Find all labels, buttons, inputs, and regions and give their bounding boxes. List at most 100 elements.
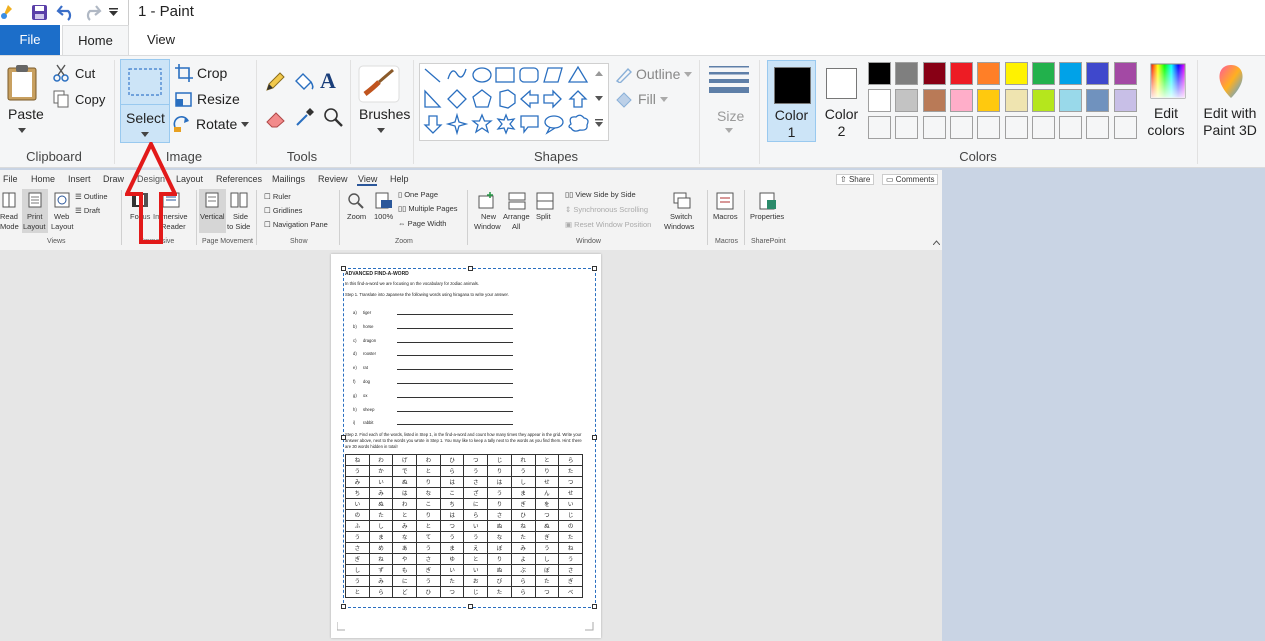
magnifier-icon[interactable] (322, 106, 344, 128)
new-window-icon[interactable] (478, 192, 496, 210)
palette-swatch[interactable] (949, 62, 973, 85)
palette-swatch[interactable] (1004, 89, 1028, 112)
web-layout-icon[interactable] (54, 192, 70, 208)
word-comments-button[interactable]: ▭ Comments (882, 174, 939, 185)
paint-app-icon[interactable] (0, 3, 14, 21)
cut-button[interactable]: Cut (53, 64, 95, 82)
palette-swatch[interactable] (977, 89, 1001, 112)
palette-swatch[interactable] (1004, 62, 1028, 85)
palette-swatch[interactable] (1086, 62, 1110, 85)
tab-view[interactable]: View (131, 25, 191, 55)
palette-swatch[interactable] (1031, 62, 1055, 85)
palette-swatch[interactable] (922, 116, 946, 139)
zoom-icon[interactable] (347, 192, 365, 210)
resize-handle[interactable] (341, 604, 346, 609)
word-tab-home[interactable]: Home (31, 174, 55, 184)
palette-swatch[interactable] (922, 62, 946, 85)
resize-handle[interactable] (592, 266, 597, 271)
customize-quick-access-icon[interactable] (109, 8, 118, 17)
copy-button[interactable]: Copy (53, 90, 105, 108)
multiple-pages-button[interactable]: ▯▯ Multiple Pages (398, 204, 458, 213)
resize-handle[interactable] (468, 604, 473, 609)
palette-swatch[interactable] (895, 116, 919, 139)
palette-swatch[interactable] (868, 62, 891, 85)
palette-swatch[interactable] (1031, 89, 1055, 112)
resize-button[interactable]: Resize (175, 90, 240, 108)
palette-swatch[interactable] (1059, 62, 1083, 85)
resize-handle[interactable] (341, 435, 346, 440)
word-tab-layout[interactable]: Layout (176, 174, 203, 184)
gridlines-checkbox[interactable]: ☐ Gridlines (264, 206, 302, 215)
word-tab-draw[interactable]: Draw (103, 174, 124, 184)
view-side-by-side-button[interactable]: ▯▯ View Side by Side (565, 190, 636, 199)
macros-icon[interactable] (716, 192, 734, 210)
save-icon[interactable] (31, 4, 48, 21)
arrange-all-icon[interactable] (508, 192, 526, 210)
tab-file[interactable]: File (0, 25, 60, 55)
properties-icon[interactable] (759, 192, 777, 210)
rotate-button[interactable]: Rotate (172, 115, 250, 133)
brushes-button[interactable]: Brushes (357, 64, 410, 133)
zoom-100-icon[interactable] (375, 192, 393, 210)
eraser-icon[interactable] (264, 108, 288, 128)
tab-home[interactable]: Home (62, 25, 129, 56)
size-button[interactable]: Size (706, 64, 752, 133)
palette-swatch[interactable] (1059, 116, 1083, 139)
palette-swatch[interactable] (922, 89, 946, 112)
collapse-ribbon-icon[interactable] (933, 240, 940, 245)
palette-swatch[interactable] (1113, 116, 1137, 139)
palette-swatch[interactable] (1031, 116, 1055, 139)
word-tab-references[interactable]: References (216, 174, 262, 184)
color2-button[interactable]: Color 2 (818, 60, 867, 142)
palette-swatch[interactable] (1113, 62, 1137, 85)
resize-handle[interactable] (468, 266, 473, 271)
word-tab-mailings[interactable]: Mailings (272, 174, 305, 184)
reset-window-position-button[interactable]: ▣ Reset Window Position (565, 220, 651, 229)
palette-swatch[interactable] (949, 89, 973, 112)
ruler-checkbox[interactable]: ☐ Ruler (264, 192, 291, 201)
palette-swatch[interactable] (895, 89, 919, 112)
redo-icon[interactable] (82, 3, 102, 21)
select-button[interactable]: Select (120, 59, 170, 143)
draft-view-button[interactable]: ☰ Draft (75, 206, 100, 215)
resize-handle[interactable] (592, 435, 597, 440)
edit-with-paint3d-button[interactable]: Edit with Paint 3D (1200, 62, 1262, 138)
palette-swatch[interactable] (977, 116, 1001, 139)
shapes-scroll[interactable] (592, 64, 606, 140)
palette-swatch[interactable] (1004, 116, 1028, 139)
outline-button[interactable]: Outline (614, 65, 693, 83)
pencil-icon[interactable] (264, 71, 286, 93)
palette-swatch[interactable] (1113, 89, 1137, 112)
color1-button[interactable]: Color 1 (767, 60, 816, 142)
palette-swatch[interactable] (1086, 89, 1110, 112)
word-tab-insert[interactable]: Insert (68, 174, 91, 184)
undo-icon[interactable] (56, 3, 76, 21)
word-tab-file[interactable]: File (3, 174, 18, 184)
palette-swatch[interactable] (949, 116, 973, 139)
palette-swatch[interactable] (1059, 89, 1083, 112)
text-tool-icon[interactable]: A (320, 68, 336, 94)
crop-button[interactable]: Crop (175, 64, 227, 82)
word-tab-view[interactable]: View (358, 174, 377, 184)
resize-handle[interactable] (592, 604, 597, 609)
one-page-button[interactable]: ▯ One Page (398, 190, 438, 199)
palette-swatch[interactable] (1086, 116, 1110, 139)
page-width-button[interactable]: ⇔ Page Width (398, 219, 446, 228)
fill-button[interactable]: Fill (614, 90, 668, 108)
navigation-pane-checkbox[interactable]: ☐ Navigation Pane (264, 220, 328, 229)
word-tab-help[interactable]: Help (390, 174, 409, 184)
palette-swatch[interactable] (895, 62, 919, 85)
outline-view-button[interactable]: ☰ Outline (75, 192, 108, 201)
read-mode-icon[interactable] (2, 192, 16, 208)
word-share-button[interactable]: ⇧ Share (836, 174, 875, 185)
palette-swatch[interactable] (868, 116, 891, 139)
palette-swatch[interactable] (868, 89, 891, 112)
word-tab-review[interactable]: Review (318, 174, 348, 184)
color-picker-icon[interactable] (294, 106, 316, 128)
paste-button[interactable]: Paste (4, 64, 44, 133)
synchronous-scrolling-button[interactable]: ⇕ Synchronous Scrolling (565, 205, 648, 214)
palette-swatch[interactable] (977, 62, 1001, 85)
split-icon[interactable] (536, 192, 554, 210)
shapes-gallery[interactable] (419, 63, 609, 141)
edit-colors-button[interactable]: Edit colors (1143, 62, 1193, 138)
